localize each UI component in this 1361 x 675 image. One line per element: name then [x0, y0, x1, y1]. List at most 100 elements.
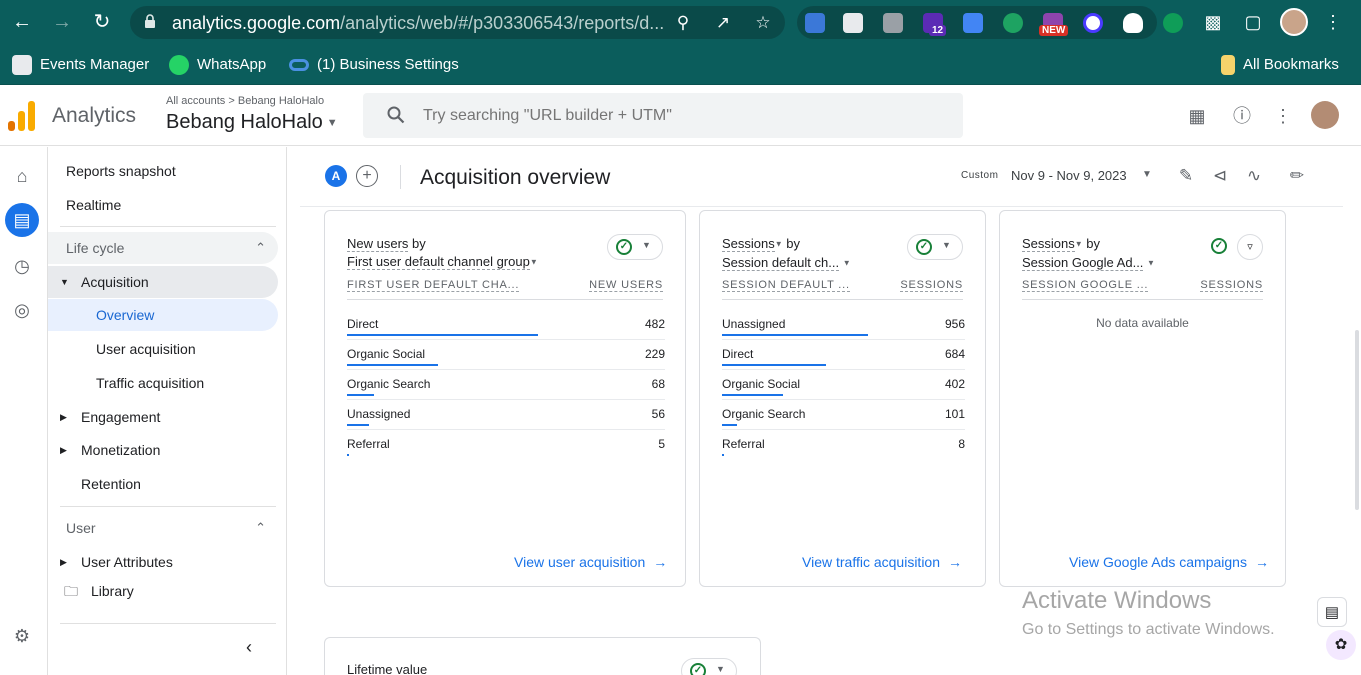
- bookmark-whatsapp[interactable]: WhatsApp: [169, 54, 266, 76]
- extension-icon[interactable]: [843, 13, 863, 33]
- card-title[interactable]: Lifetime value: [347, 662, 427, 675]
- nav-realtime[interactable]: Realtime: [48, 189, 278, 221]
- nav-user-acquisition[interactable]: User acquisition: [48, 333, 278, 365]
- row-value: 68: [651, 377, 665, 391]
- check-circle-icon: ✓: [1211, 238, 1227, 254]
- ghost-extension-icon[interactable]: [1123, 13, 1143, 33]
- table-row: Organic Social 229: [347, 340, 665, 370]
- row-label: Direct: [722, 347, 754, 361]
- data-quality-chip[interactable]: ✓ ▼: [681, 658, 737, 675]
- share-icon[interactable]: ↗: [712, 12, 734, 34]
- nav-reports-snapshot[interactable]: Reports snapshot: [48, 155, 278, 187]
- filter-icon[interactable]: ▿: [1237, 234, 1263, 260]
- insights-icon[interactable]: ∿: [1242, 164, 1266, 188]
- chevron-up-icon: ⌃: [255, 240, 266, 255]
- share-icon[interactable]: ⊲: [1208, 164, 1232, 188]
- edit-pencil-icon[interactable]: ✏: [1285, 164, 1309, 188]
- extension-icon[interactable]: [1163, 13, 1183, 33]
- google-ads-card: Sessions▼ by Session Google Ad... ▼ ✓ ▿ …: [999, 210, 1286, 587]
- extension-icon[interactable]: [805, 13, 825, 33]
- search-box[interactable]: [363, 93, 963, 138]
- home-icon[interactable]: ⌂: [9, 163, 35, 189]
- data-quality-check[interactable]: ✓: [1207, 234, 1233, 260]
- all-bookmarks[interactable]: All Bookmarks: [1221, 54, 1339, 76]
- browser-profile-avatar[interactable]: [1280, 8, 1308, 36]
- nav-user-attributes[interactable]: ▶ User Attributes: [48, 546, 278, 578]
- reports-icon[interactable]: ▤: [5, 203, 39, 237]
- explore-icon[interactable]: ◷: [9, 253, 35, 279]
- caret-down-icon: ▼: [716, 664, 725, 674]
- row-value: 101: [944, 407, 965, 421]
- divider: [60, 226, 276, 227]
- view-user-acquisition-link[interactable]: View user acquisition →: [514, 554, 667, 570]
- lifetime-value-card: Lifetime value ✓ ▼: [324, 637, 761, 675]
- assistant-icon[interactable]: ✿: [1326, 630, 1356, 660]
- date-range-picker[interactable]: Nov 9 - Nov 9, 2023: [1011, 168, 1127, 183]
- bookmark-business-settings[interactable]: (1) Business Settings: [289, 54, 459, 76]
- extension-icon[interactable]: [1003, 13, 1023, 33]
- caret-down-icon[interactable]: ▼: [1142, 169, 1152, 180]
- account-breadcrumb[interactable]: All accounts > Bebang HaloHalo: [166, 95, 324, 107]
- zoom-icon[interactable]: ⚲: [672, 12, 694, 34]
- bookmark-events-manager[interactable]: Events Manager: [12, 54, 149, 76]
- customize-report-icon[interactable]: ✎: [1174, 164, 1198, 188]
- nav-section-user[interactable]: User ⌃: [48, 512, 278, 544]
- data-quality-chip[interactable]: ✓ ▼: [607, 234, 663, 260]
- apps-grid-icon[interactable]: ▦: [1185, 104, 1209, 128]
- table-row: Organic Search 101: [722, 400, 965, 430]
- code-extension-icon[interactable]: [883, 13, 903, 33]
- nav-section-life-cycle[interactable]: Life cycle ⌃: [48, 232, 278, 264]
- arrow-right-icon: →: [948, 554, 962, 570]
- row-value: 8: [958, 437, 965, 451]
- puzzle-icon[interactable]: ▩: [1201, 10, 1225, 34]
- more-vert-icon[interactable]: ⋮: [1271, 104, 1295, 128]
- card-title[interactable]: Sessions▼ by Session default ch... ▼: [722, 235, 851, 272]
- segment-a-chip[interactable]: A: [325, 165, 347, 187]
- nav-acquisition[interactable]: ▼ Acquisition: [48, 266, 278, 298]
- add-comparison-icon[interactable]: +: [356, 165, 378, 187]
- forward-icon[interactable]: →: [50, 10, 74, 34]
- search-input[interactable]: [423, 103, 943, 128]
- row-bar: [722, 364, 826, 366]
- data-quality-chip[interactable]: ✓ ▼: [907, 234, 963, 260]
- view-google-ads-campaigns-link[interactable]: View Google Ads campaigns →: [1069, 554, 1269, 570]
- view-traffic-acquisition-link[interactable]: View traffic acquisition →: [802, 554, 962, 570]
- collapse-nav-icon[interactable]: ‹: [246, 637, 252, 658]
- admin-gear-icon[interactable]: ⚙: [9, 623, 35, 649]
- chrome-menu-icon[interactable]: ⋮: [1321, 10, 1345, 34]
- feedback-icon[interactable]: ▤: [1317, 597, 1347, 627]
- address-bar[interactable]: analytics.google.com/analytics/web/#/p30…: [130, 6, 785, 39]
- scrollbar[interactable]: [1355, 330, 1359, 510]
- card-title[interactable]: New users by First user default channel …: [347, 235, 538, 272]
- advertising-icon[interactable]: ◎: [9, 297, 35, 323]
- extension-icon[interactable]: [1083, 13, 1103, 33]
- reload-icon[interactable]: ↻: [90, 10, 114, 34]
- divider: [722, 299, 963, 300]
- translate-extension-icon[interactable]: [963, 13, 983, 33]
- browser-toolbar: ← → ↻ analytics.google.com/analytics/web…: [0, 0, 1361, 44]
- row-bar: [347, 394, 374, 396]
- property-selector[interactable]: Bebang HaloHalo ▼: [166, 111, 338, 134]
- back-icon[interactable]: ←: [10, 10, 34, 34]
- row-label: Referral: [722, 437, 765, 451]
- row-bar: [722, 424, 737, 426]
- bookmark-star-icon[interactable]: ☆: [752, 12, 774, 34]
- nav-traffic-acquisition[interactable]: Traffic acquisition: [48, 367, 278, 399]
- nav-overview[interactable]: Overview: [48, 299, 278, 331]
- search-icon: [387, 106, 405, 124]
- reports-sidenav: Reports snapshot Realtime Life cycle ⌃ ▼ A…: [47, 147, 287, 675]
- page-title: Acquisition overview: [420, 166, 611, 189]
- lock-icon: [145, 14, 155, 28]
- nav-engagement[interactable]: ▶ Engagement: [48, 401, 278, 433]
- nav-library[interactable]: 🗀 Library: [48, 575, 278, 607]
- row-bar: [722, 454, 724, 456]
- account-avatar[interactable]: [1311, 101, 1339, 129]
- nav-monetization[interactable]: ▶ Monetization: [48, 434, 278, 466]
- row-value: 482: [644, 317, 665, 331]
- nav-retention[interactable]: Retention: [48, 468, 278, 500]
- windows-activation-watermark: Activate Windows Go to Settings to activ…: [1022, 587, 1275, 638]
- card-title[interactable]: Sessions▼ by Session Google Ad... ▼: [1022, 235, 1155, 272]
- side-panel-icon[interactable]: ▢: [1241, 10, 1265, 34]
- row-value: 956: [944, 317, 965, 331]
- help-icon[interactable]: ⓘ: [1230, 104, 1254, 128]
